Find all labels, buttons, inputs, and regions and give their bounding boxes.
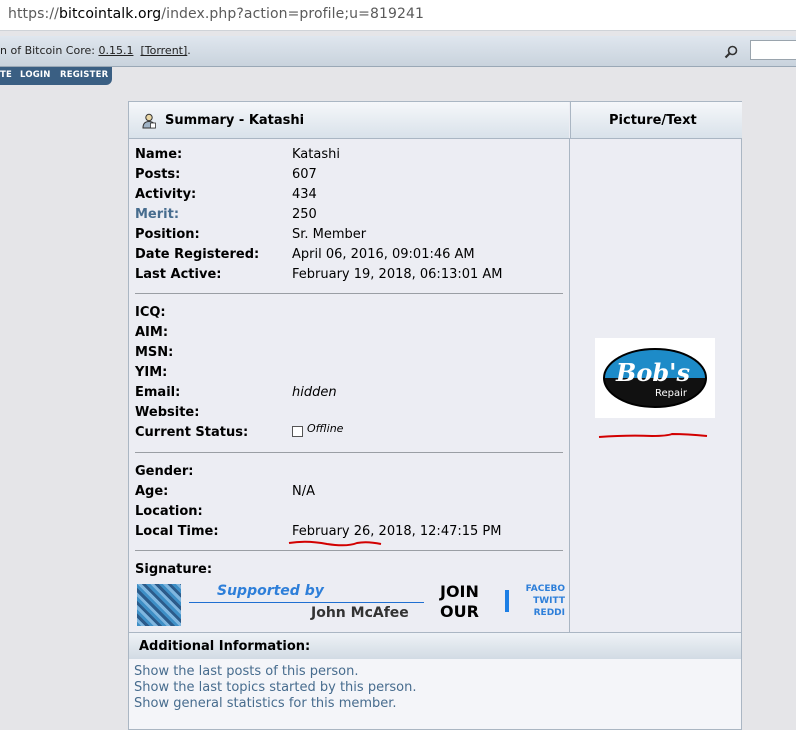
signature-accent-bar <box>505 590 509 612</box>
link-last-posts[interactable]: Show the last posts of this person. <box>134 664 358 679</box>
svg-text:Bob's: Bob's <box>615 358 690 387</box>
nav-item-register[interactable]: REGISTER <box>60 70 108 80</box>
url-text[interactable]: https://bitcointalk.org/index.php?action… <box>8 6 424 22</box>
summary-header: Summary - Katashi <box>129 102 569 139</box>
nav-item-login[interactable]: LOGIN <box>20 70 51 80</box>
status-checkbox-icon <box>292 426 303 437</box>
additional-info-header: Additional Information: <box>128 632 742 660</box>
forum-top-bar: n of Bitcoin Core: 0.15.1 [Torrent]. <box>0 36 796 67</box>
signature-join[interactable]: JOIN OUR <box>440 582 479 622</box>
red-underline-annotation <box>598 432 708 438</box>
bobs-repair-logo: Bob's Repair <box>603 348 707 408</box>
status-offline: Offline <box>307 422 344 435</box>
red-underline-annotation <box>288 540 382 547</box>
section-divider <box>135 452 563 453</box>
browser-address-bar[interactable]: https://bitcointalk.org/index.php?action… <box>0 0 796 31</box>
signature-line <box>189 602 424 603</box>
picture-title: Picture/Text <box>609 113 697 128</box>
main-nav: TE LOGIN REGISTER <box>0 67 112 85</box>
signature-social-links[interactable]: FACEBO TWITT REDDI <box>519 583 565 619</box>
search-icon[interactable] <box>724 45 738 59</box>
username: Katashi <box>292 147 340 162</box>
additional-info-title: Additional Information: <box>139 639 311 654</box>
link-last-topics[interactable]: Show the last topics started by this per… <box>134 680 417 695</box>
additional-info-body: Show the last posts of this person. Show… <box>128 659 742 730</box>
signature-block: Supported by John McAfee JOIN OUR FACEBO … <box>137 582 567 628</box>
picture-header: Picture/Text <box>570 102 742 139</box>
news-ticker: n of Bitcoin Core: 0.15.1 [Torrent]. <box>0 44 191 57</box>
search-input[interactable] <box>750 40 796 60</box>
torrent-link[interactable]: [Torrent] <box>140 44 187 57</box>
profile-summary-card: Summary - Katashi Picture/Text Name: Kata… <box>128 101 742 633</box>
column-divider <box>569 138 570 632</box>
nav-item-te[interactable]: TE <box>0 70 12 80</box>
merit-link[interactable]: Merit: <box>135 207 179 222</box>
link-general-stats[interactable]: Show general statistics for this member. <box>134 696 397 711</box>
svg-text:Repair: Repair <box>655 388 688 399</box>
section-divider <box>135 293 563 294</box>
section-divider <box>135 550 563 551</box>
version-link[interactable]: 0.15.1 <box>98 44 133 57</box>
signature-image <box>137 584 181 626</box>
summary-title: Summary - Katashi <box>165 113 305 128</box>
avatar: Bob's Repair <box>595 338 715 418</box>
user-icon <box>142 113 156 129</box>
